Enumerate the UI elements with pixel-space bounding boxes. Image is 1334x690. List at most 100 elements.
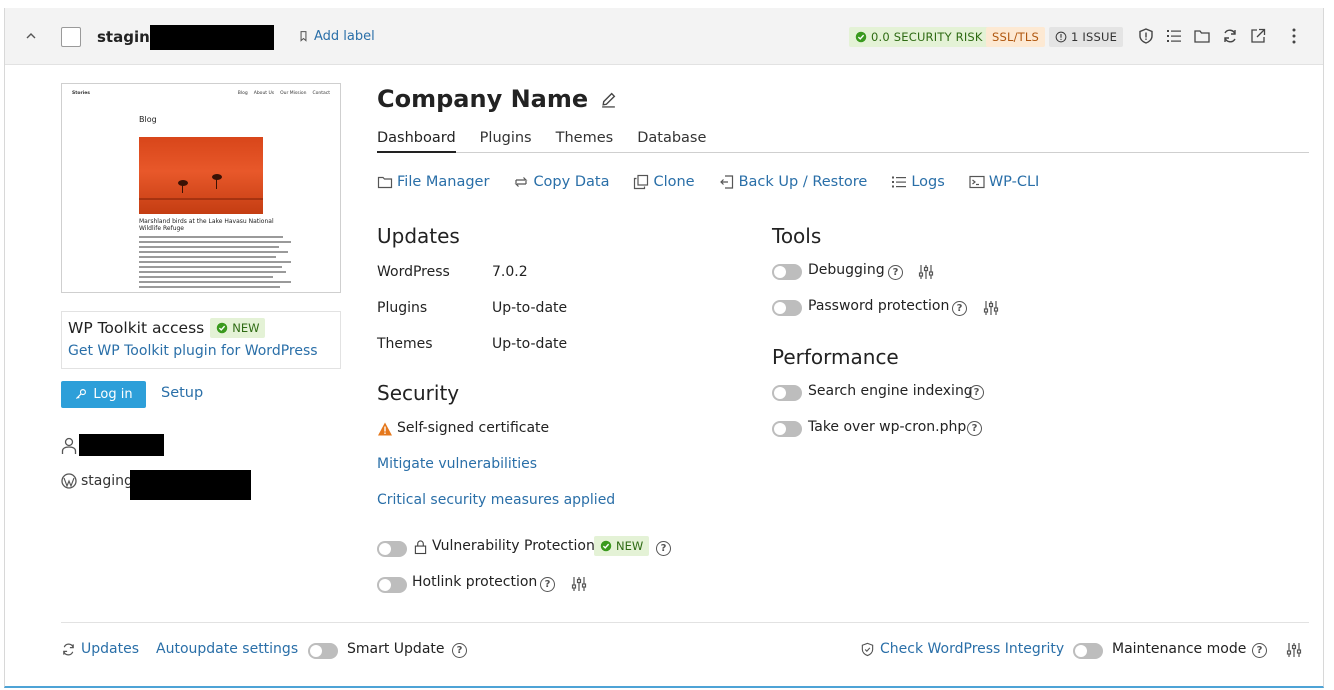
log-in-label: Log in: [93, 387, 133, 402]
setup-link[interactable]: Setup: [161, 385, 203, 401]
help-icon[interactable]: ?: [967, 421, 982, 436]
wp-cron-label: Take over wp-cron.php: [808, 419, 967, 435]
page-title-row: Company Name: [377, 85, 617, 113]
password-protection-label: Password protection: [808, 298, 950, 314]
check-wordpress-integrity-link[interactable]: Check WordPress Integrity: [880, 641, 1064, 657]
preview-brand: Stories: [72, 91, 90, 96]
preview-body-text: [139, 236, 291, 291]
help-icon[interactable]: ?: [952, 301, 967, 316]
wp-cli-action[interactable]: WP-CLI: [969, 174, 1039, 190]
settings-sliders-icon[interactable]: [918, 264, 934, 280]
hotlink-protection-toggle[interactable]: [377, 577, 407, 593]
list-icon: [892, 176, 907, 188]
backup-restore-action[interactable]: Back Up / Restore: [719, 174, 867, 190]
wp-toolkit-access-panel: WP Toolkit access NEW Get WP Toolkit plu…: [61, 311, 341, 369]
tab-plugins[interactable]: Plugins: [480, 130, 532, 153]
ssl-badge[interactable]: SSL/TLS: [986, 27, 1046, 47]
preview-nav-link: About Us: [253, 91, 275, 96]
pencil-icon[interactable]: [600, 91, 617, 108]
copy-data-label: Copy Data: [533, 174, 610, 190]
preview-nav: Stories Blog About Us Our Mission Contac…: [72, 91, 330, 96]
help-icon[interactable]: ?: [540, 577, 555, 592]
add-label-link[interactable]: Add label: [297, 29, 375, 44]
copy-data-action[interactable]: Copy Data: [513, 174, 609, 190]
logs-action[interactable]: Logs: [891, 174, 945, 190]
preview-caption: Marshland birds at the Lake Havasu Natio…: [139, 218, 274, 232]
file-manager-label: File Manager: [397, 174, 490, 190]
update-label-themes: Themes: [377, 336, 433, 352]
external-link-icon[interactable]: [1249, 27, 1267, 45]
issue-text: 1 ISSUE: [1071, 30, 1118, 44]
settings-sliders-icon[interactable]: [983, 300, 999, 316]
tag-icon: [300, 31, 307, 42]
search-engine-indexing-label: Search engine indexing: [808, 383, 973, 399]
issue-badge[interactable]: 1 ISSUE: [1049, 27, 1124, 47]
tab-dashboard[interactable]: Dashboard: [377, 130, 456, 153]
redacted-domain: [150, 25, 274, 50]
sync-arrows-icon: [514, 177, 528, 187]
help-icon[interactable]: ?: [1252, 643, 1267, 658]
folder-icon: [377, 176, 393, 189]
security-risk-badge[interactable]: 0.0 SECURITY RISK: [849, 27, 989, 47]
site-preview-thumbnail[interactable]: Stories Blog About Us Our Mission Contac…: [61, 83, 341, 293]
refresh-icon[interactable]: [1221, 27, 1239, 45]
tab-themes[interactable]: Themes: [556, 130, 614, 153]
site-tabs: Dashboard Plugins Themes Database: [377, 130, 1309, 153]
security-heading: Security: [377, 381, 460, 405]
preview-nav-links: Blog About Us Our Mission Contact: [238, 91, 330, 96]
vulnerability-protection-label: Vulnerability Protection: [432, 538, 595, 554]
performance-heading: Performance: [772, 345, 899, 369]
search-engine-indexing-toggle[interactable]: [772, 385, 802, 401]
site-domain[interactable]: staging.: [81, 473, 137, 489]
terminal-icon: [969, 175, 985, 189]
updates-link[interactable]: Updates: [81, 641, 139, 657]
refresh-icon: [63, 643, 74, 656]
preview-heading: Blog: [139, 115, 157, 124]
mitigate-vulnerabilities-link[interactable]: Mitigate vulnerabilities: [377, 456, 537, 472]
shield-check-icon: [861, 642, 874, 657]
clone-label: Clone: [653, 174, 695, 190]
list-icon[interactable]: [1165, 27, 1183, 45]
maintenance-mode-label: Maintenance mode: [1112, 641, 1247, 657]
get-wp-toolkit-plugin-link[interactable]: Get WP Toolkit plugin for WordPress: [68, 343, 334, 359]
wp-cron-toggle[interactable]: [772, 421, 802, 437]
help-icon[interactable]: ?: [656, 541, 671, 556]
help-icon[interactable]: ?: [888, 265, 903, 280]
quick-actions: File Manager Copy Data Clone Back Up / R…: [377, 174, 1039, 190]
settings-sliders-icon[interactable]: [1286, 642, 1302, 658]
check-circle-icon: [216, 322, 228, 334]
log-in-button[interactable]: Log in: [61, 381, 146, 408]
tools-heading: Tools: [772, 224, 822, 248]
vulnerability-protection-toggle[interactable]: [377, 541, 407, 557]
add-label-text: Add label: [314, 29, 375, 44]
select-site-checkbox[interactable]: [61, 27, 81, 47]
settings-sliders-icon[interactable]: [571, 576, 587, 592]
hotlink-protection-label: Hotlink protection: [412, 574, 538, 590]
site-header: staging. Add label 0.0 SECURITY RISK SSL…: [5, 8, 1323, 65]
lock-icon: [414, 540, 427, 555]
chevron-up-icon[interactable]: [23, 28, 39, 44]
help-icon[interactable]: ?: [452, 643, 467, 658]
password-protection-toggle[interactable]: [772, 300, 802, 316]
backup-icon: [719, 175, 733, 189]
maintenance-mode-toggle[interactable]: [1073, 643, 1103, 659]
vulnerability-new-text: NEW: [616, 539, 644, 553]
updates-heading: Updates: [377, 224, 460, 248]
wordpress-icon: [61, 473, 77, 489]
shield-icon[interactable]: [1137, 27, 1155, 45]
help-icon[interactable]: ?: [969, 385, 984, 400]
folder-icon[interactable]: [1193, 27, 1211, 45]
new-badge: NEW: [210, 318, 266, 338]
debugging-toggle[interactable]: [772, 264, 802, 280]
smart-update-toggle[interactable]: [308, 643, 338, 659]
autoupdate-settings-link[interactable]: Autoupdate settings: [156, 641, 298, 657]
file-manager-action[interactable]: File Manager: [377, 174, 489, 190]
warning-icon: [378, 422, 392, 436]
security-risk-text: 0.0 SECURITY RISK: [871, 30, 983, 44]
logs-label: Logs: [911, 174, 945, 190]
clone-action[interactable]: Clone: [633, 174, 695, 190]
critical-security-measures-link[interactable]: Critical security measures applied: [377, 492, 615, 508]
more-options-icon[interactable]: [1287, 27, 1301, 45]
redacted-username: [79, 434, 164, 456]
tab-database[interactable]: Database: [637, 130, 706, 153]
